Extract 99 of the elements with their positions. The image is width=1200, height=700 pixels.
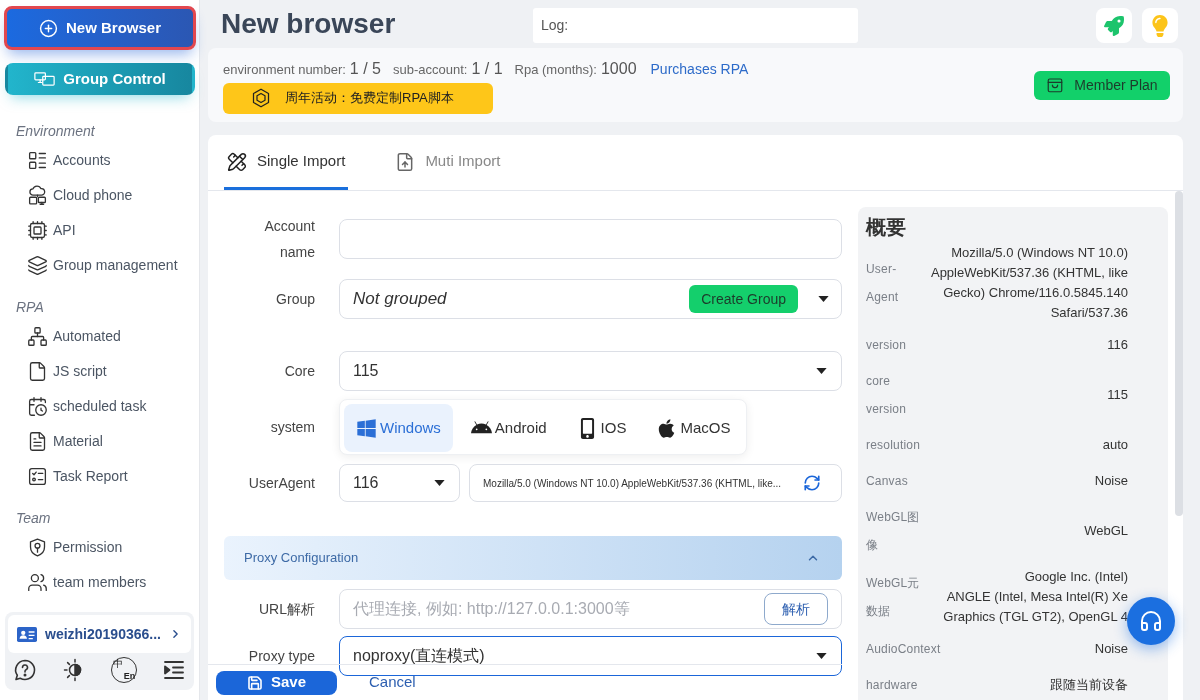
overview-value: 跟随当前设备 — [1050, 676, 1128, 694]
hierarchy-icon — [27, 326, 48, 347]
shield-icon — [27, 537, 48, 558]
overview-value: Mozilla/5.0 (Windows NT 10.0) AppleWebKit/537.36 (KHTML, like Gecko) Chrome/116.0.5845.140 Safari/537.36 — [929, 244, 1128, 322]
stat-label: environment number: — [223, 60, 346, 79]
overview-label: WebGL元数据 — [866, 575, 921, 620]
calendar-clock-icon — [27, 396, 48, 417]
field-label: Proxy type — [248, 647, 315, 666]
hexagon-icon — [251, 88, 271, 108]
tab[interactable]: Single Import — [224, 136, 349, 190]
nav-item[interactable]: scheduled task — [27, 389, 147, 424]
overview-value: ANGLE (Intel, Mesa Intel(R) Xe Graphics (TGL GT2), OpenGL 4 — [942, 588, 1128, 626]
nav-item[interactable]: Material — [27, 424, 103, 459]
monitors-icon — [34, 72, 56, 86]
overview-label: resolution — [866, 437, 921, 454]
field-label: URL解析 — [259, 600, 315, 619]
nav-item[interactable]: Task Report — [27, 459, 128, 494]
field-label: Account name — [263, 217, 315, 262]
chip-icon — [27, 220, 48, 241]
bag-icon — [1046, 76, 1065, 94]
plus-circle-icon — [38, 18, 58, 38]
checklist-icon — [27, 466, 48, 487]
lightbulb-icon — [1151, 14, 1169, 37]
group-select[interactable]: Not grouped Create Group — [339, 279, 842, 319]
overview-label: WebGL图像 — [866, 509, 921, 554]
nav-item[interactable]: Automated — [27, 319, 121, 354]
overview-value: Noise — [1094, 472, 1128, 490]
rocket-icon — [1104, 15, 1124, 36]
overview-label: core version — [866, 373, 908, 418]
group-control-button[interactable]: Group Control — [5, 63, 195, 95]
input-field[interactable] — [339, 219, 842, 259]
overview-label: AudioContext — [866, 641, 941, 658]
overview-label: Canvas — [866, 473, 908, 490]
layers-icon — [27, 255, 48, 276]
select-field[interactable]: noproxy(直连模式) — [339, 636, 842, 676]
save-button[interactable]: Save — [216, 670, 337, 695]
overview-value: auto — [1102, 436, 1128, 454]
nav-item[interactable]: Group management — [27, 248, 178, 283]
field-label: system — [270, 418, 315, 437]
nav-item[interactable]: API — [27, 213, 76, 248]
create-group-button[interactable]: Create Group — [689, 285, 798, 313]
overview-label: hardware — [866, 677, 918, 694]
nav-item[interactable]: team members — [27, 565, 147, 600]
url-field[interactable]: 代理连接, 例如: http://127.0.0.1:3000等 解析 — [339, 589, 842, 629]
stat-value: 1 / 5 — [349, 58, 381, 79]
os-option[interactable]: Windows — [344, 404, 453, 452]
indent-icon — [161, 658, 186, 682]
headset-icon — [1139, 609, 1163, 633]
stat-label: Rpa (months): — [514, 60, 597, 79]
id-card-icon — [17, 626, 37, 642]
nav-item[interactable]: Permission — [27, 530, 123, 565]
select-field[interactable]: 115 — [339, 351, 842, 391]
caret-down-icon — [816, 368, 827, 374]
windows-icon — [356, 417, 377, 439]
field-label: Group — [276, 290, 315, 309]
overview-title: 概要 — [866, 215, 906, 239]
section-title: RPA — [15, 298, 44, 317]
field-label: UserAgent — [248, 474, 315, 493]
new-browser-button[interactable]: New Browser — [4, 6, 196, 50]
stat-label: sub-account: — [393, 60, 468, 79]
help-icon — [13, 658, 37, 682]
section-title: Environment — [15, 122, 95, 141]
overview-value: Google Inc. (Intel) — [1024, 568, 1128, 586]
version-select[interactable]: 116 — [339, 464, 460, 502]
parse-button[interactable]: 解析 — [764, 593, 828, 625]
tab[interactable]: Muti Import — [392, 136, 504, 190]
stat-value: 1000 — [600, 58, 637, 79]
overview-value: 116 — [1107, 336, 1128, 354]
users-icon — [27, 572, 48, 593]
caret-down-icon — [818, 296, 829, 302]
file-icon — [27, 361, 48, 382]
caret-down-icon — [434, 480, 445, 486]
stat-value: 1 / 1 — [471, 58, 503, 79]
proxy-config-header[interactable]: Proxy Configuration — [224, 536, 842, 580]
user-agent-field[interactable]: Mozilla/5.0 (Windows NT 10.0) AppleWebKit/537.36 (KHTML, like... — [469, 464, 842, 502]
overview-value: Noise — [1094, 640, 1128, 658]
refresh-icon[interactable] — [803, 474, 821, 492]
member-plan-button[interactable]: Member Plan — [1034, 70, 1170, 100]
overview-value: 115 — [1107, 386, 1128, 404]
document-icon — [27, 431, 48, 452]
pencil-ruler-icon — [227, 151, 247, 172]
section-title: Team — [15, 509, 51, 528]
overview-value: WebGL — [1084, 522, 1128, 540]
field-label: Core — [284, 362, 315, 381]
caret-down-icon — [816, 653, 827, 659]
account-card[interactable]: weizhi20190366... — [8, 615, 191, 653]
nav-item[interactable]: JS script — [27, 354, 107, 389]
log-field[interactable]: Log: — [533, 8, 858, 43]
overview-label: User-Agent — [866, 261, 900, 306]
purchase-link[interactable]: Purchases RPA — [650, 58, 749, 80]
nav-item[interactable]: Cloud phone — [27, 178, 133, 213]
list-icon — [27, 150, 48, 171]
promo-button[interactable]: 周年活动：免费定制RPA脚本 — [223, 82, 493, 114]
help-button[interactable] — [12, 657, 38, 683]
overview-label: version — [866, 337, 907, 354]
scrollbar-thumb[interactable] — [1175, 191, 1183, 516]
cloud-devices-icon — [27, 185, 48, 206]
page-title: New browser — [221, 8, 396, 40]
nav-item[interactable]: Accounts — [27, 143, 111, 178]
